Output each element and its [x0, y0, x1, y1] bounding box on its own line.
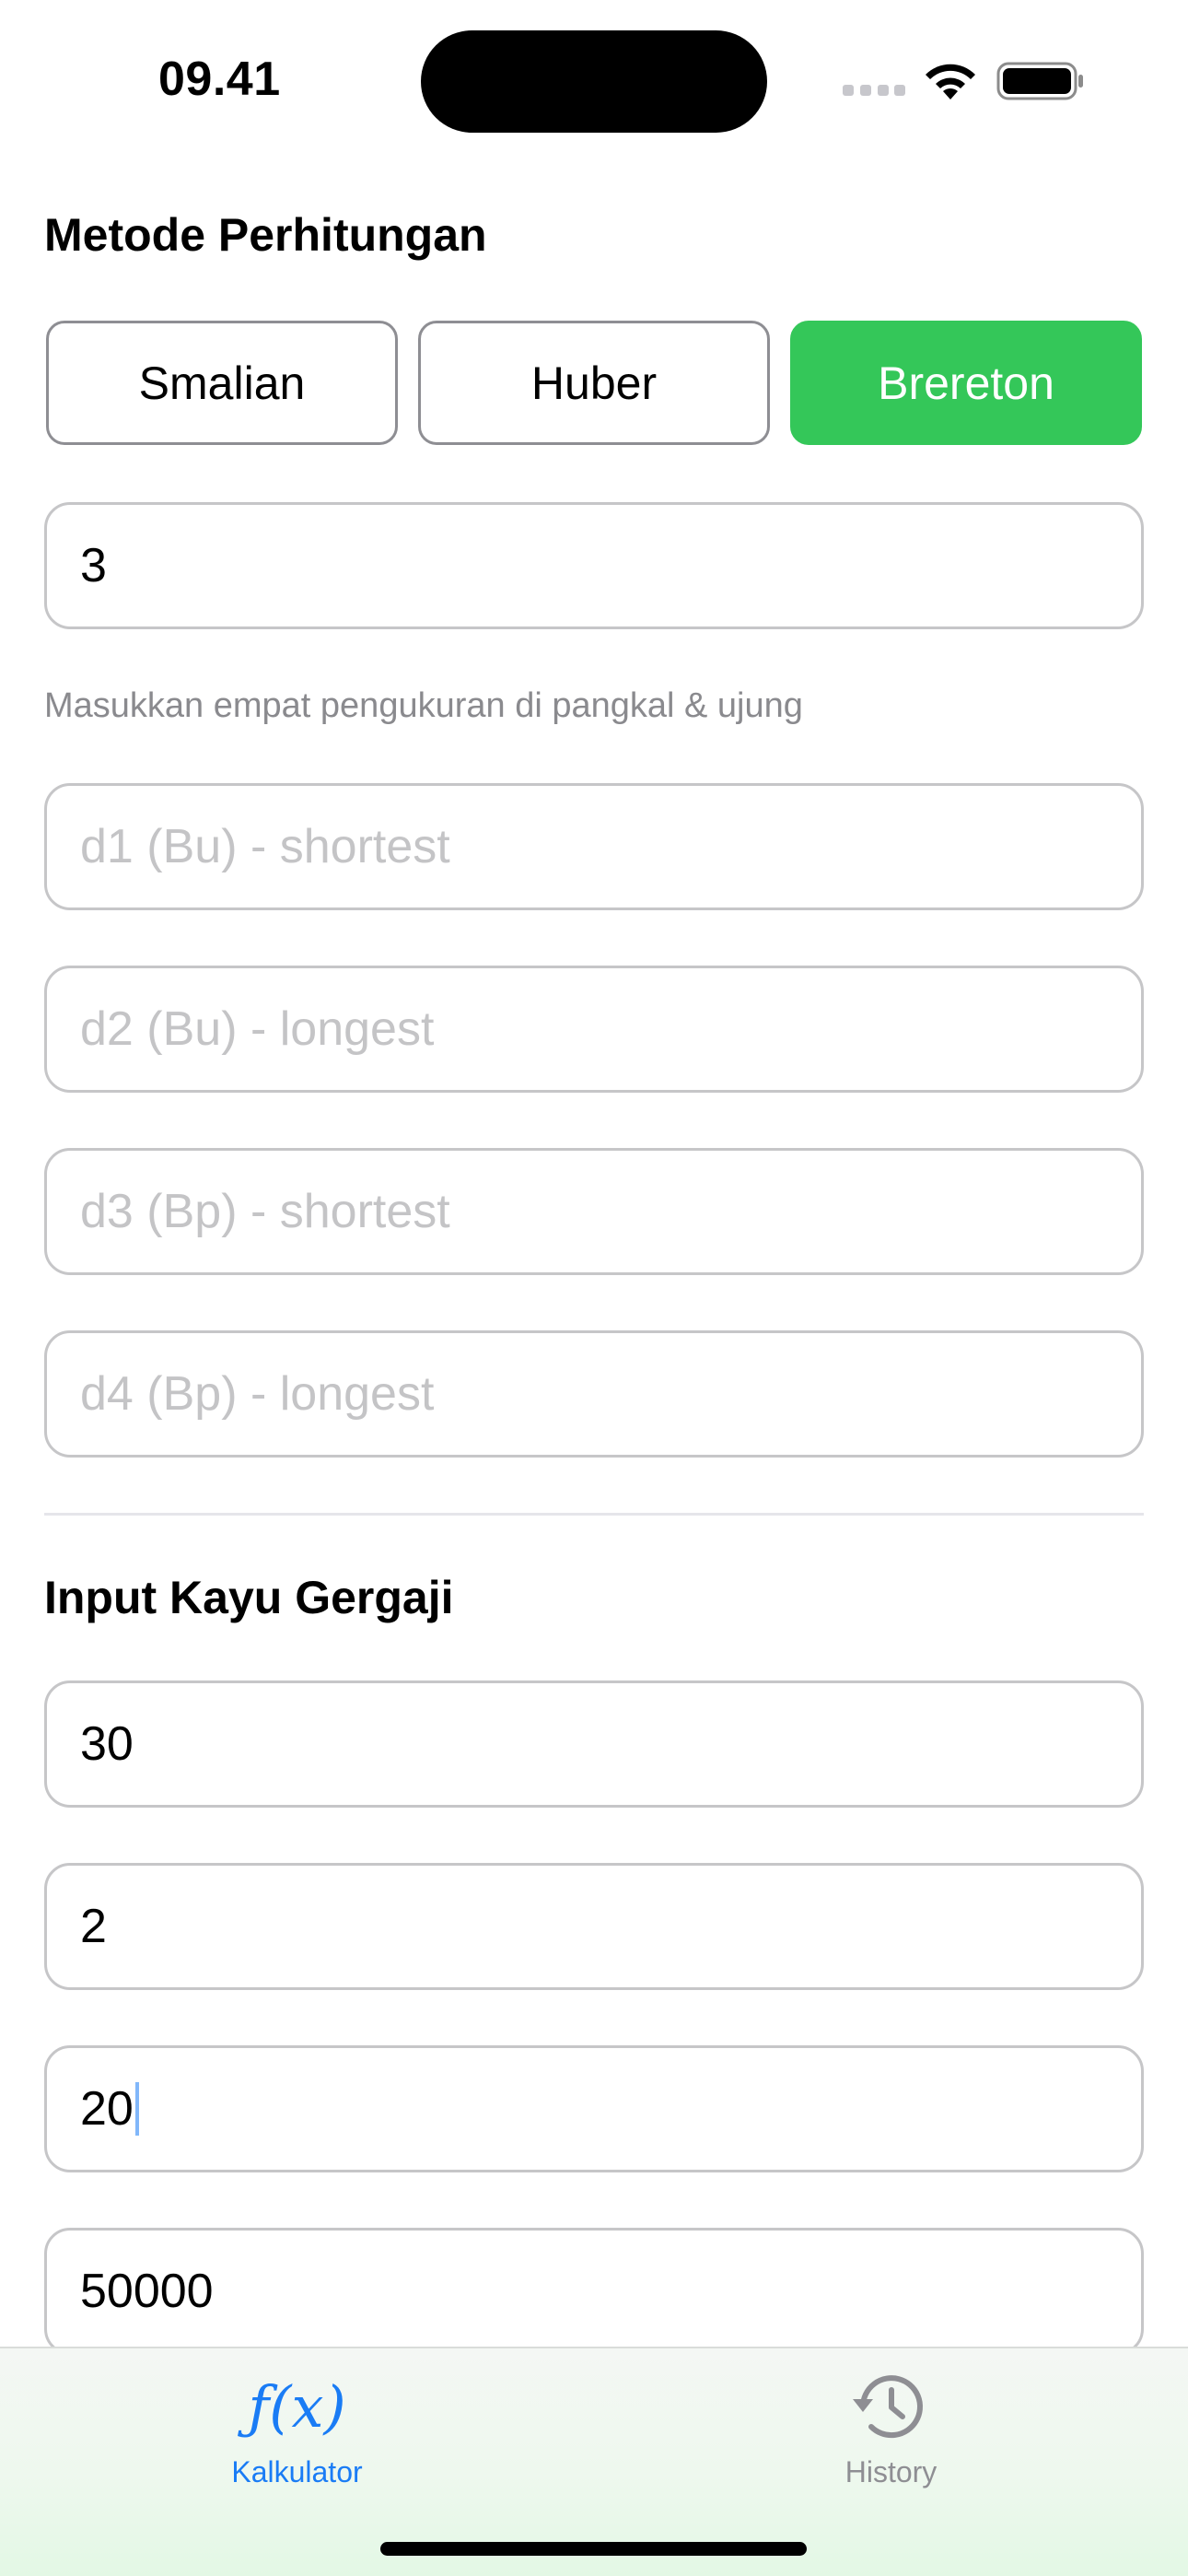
- cellular-signal-icon: [843, 85, 905, 98]
- sawn-wood-input-3[interactable]: 20: [44, 2045, 1144, 2172]
- d2-input-placeholder: d2 (Bu) - longest: [80, 1002, 435, 1056]
- dynamic-island: [421, 30, 767, 133]
- method-smalian-button[interactable]: Smalian: [46, 321, 398, 445]
- length-input-value: 3: [80, 539, 107, 592]
- home-indicator: [380, 2542, 807, 2556]
- sawn-wood-input-4[interactable]: 50000: [44, 2228, 1144, 2355]
- tab-history-label: History: [844, 2455, 938, 2488]
- d3-input[interactable]: d3 (Bp) - shortest: [44, 1148, 1144, 1275]
- sawn-wood-input-1-value: 30: [80, 1717, 134, 1771]
- method-huber-button[interactable]: Huber: [418, 321, 770, 445]
- sawn-wood-input-2[interactable]: 2: [44, 1863, 1144, 1990]
- measurement-hint: Masukkan empat pengukuran di pangkal & u…: [44, 686, 803, 725]
- status-time: 09.41: [158, 53, 281, 106]
- screen: 09.41 Metode Perhitungan Smalian Huber B…: [0, 0, 1188, 2576]
- function-fx-icon: ƒ(x): [248, 2372, 346, 2441]
- d1-input[interactable]: d1 (Bu) - shortest: [44, 783, 1144, 910]
- d1-input-placeholder: d1 (Bu) - shortest: [80, 820, 450, 873]
- method-brereton-button[interactable]: Brereton: [790, 321, 1142, 445]
- sawn-wood-section-title: Input Kayu Gergaji: [44, 1572, 454, 1623]
- sawn-wood-input-2-value: 2: [80, 1900, 107, 1953]
- clock-history-icon: [852, 2375, 923, 2439]
- section-divider: [44, 1513, 1144, 1516]
- length-input[interactable]: 3: [44, 502, 1144, 629]
- battery-icon: [996, 62, 1083, 100]
- d4-input-placeholder: d4 (Bp) - longest: [80, 1367, 435, 1421]
- method-section-title: Metode Perhitungan: [44, 209, 487, 261]
- wifi-icon: [926, 64, 975, 100]
- text-cursor: [134, 2082, 139, 2136]
- sawn-wood-input-4-value: 50000: [80, 2265, 214, 2318]
- tab-kalkulator[interactable]: ƒ(x) Kalkulator: [0, 2348, 594, 2533]
- tab-history[interactable]: History: [594, 2348, 1188, 2533]
- tab-kalkulator-label: Kalkulator: [231, 2455, 363, 2488]
- sawn-wood-input-3-value: 20: [80, 2082, 134, 2136]
- d3-input-placeholder: d3 (Bp) - shortest: [80, 1185, 450, 1238]
- d4-input[interactable]: d4 (Bp) - longest: [44, 1330, 1144, 1458]
- sawn-wood-input-1[interactable]: 30: [44, 1680, 1144, 1808]
- d2-input[interactable]: d2 (Bu) - longest: [44, 966, 1144, 1093]
